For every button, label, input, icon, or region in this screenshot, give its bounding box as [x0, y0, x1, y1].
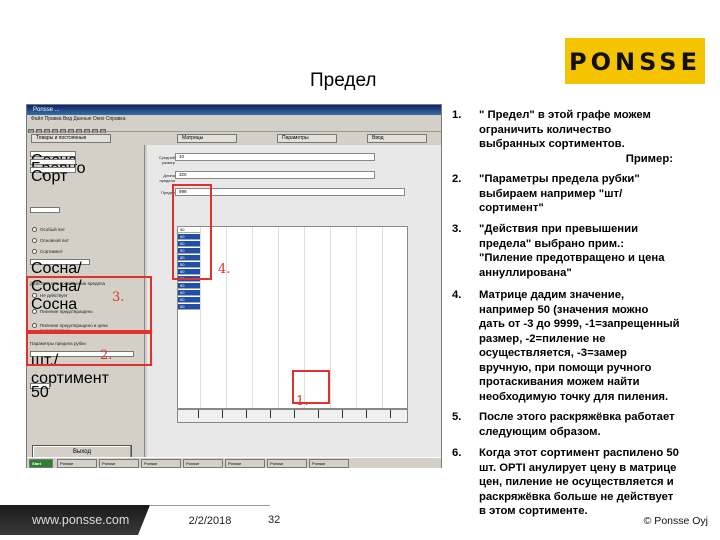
list-line: например 50 (значения можно: [479, 303, 649, 316]
footer: www.ponsse.com 2/2/2018 32 © Ponsse Oyj: [0, 505, 720, 540]
marker-label-1: 1.: [296, 394, 309, 409]
limit-length-input[interactable]: 320: [175, 171, 375, 179]
marker-box-2: [26, 332, 152, 366]
sortiment-select[interactable]: Сосна/Сосна/Сосна: [30, 259, 90, 313]
radio-basic-label: Основной пит: [40, 238, 69, 243]
ponsse-logo: PONSSE: [565, 38, 705, 84]
list-line: аннуллирована": [479, 266, 572, 279]
list-line: сортимент": [479, 202, 544, 214]
list-line: Матрице дадим значение,: [479, 289, 625, 301]
radio-special[interactable]: [32, 227, 37, 232]
start-button[interactable]: Start: [29, 459, 53, 468]
tab-strip: Товары и постоянные Матрицы Параметры Вв…: [27, 133, 441, 143]
input-label: Предел: [161, 190, 175, 195]
window-titlebar: Ponsse ...: [27, 105, 441, 115]
tab-matrices[interactable]: Матрицы: [177, 134, 237, 143]
tab-parameters[interactable]: Параметры: [277, 134, 337, 143]
radio-basic[interactable]: [32, 238, 37, 243]
taskbar: Start Ponsse Ponsse Ponsse Ponsse Ponsse…: [27, 457, 441, 468]
taskbar-item[interactable]: Ponsse: [99, 459, 139, 468]
menu-bar[interactable]: Файл Правка Вид Данные Окно Справка: [27, 115, 441, 123]
matrix-cell[interactable]: 50: [178, 297, 200, 303]
page-number: 32: [268, 514, 281, 526]
list-line: "Действия при превышении: [479, 223, 639, 235]
list-line: выбранных сортиментов.: [479, 138, 625, 150]
toolbar: [27, 123, 441, 135]
radio-special-label: Особый пит: [40, 227, 65, 232]
grade-select[interactable]: Сорт: [30, 167, 76, 185]
list-number: 4.: [452, 289, 462, 301]
list-number: 2.: [452, 173, 462, 185]
taskbar-item[interactable]: Ponsse: [141, 459, 181, 468]
log-select[interactable]: Бревно: [30, 159, 86, 177]
list-line: шт. OPTI анулирует цену в матрице: [479, 461, 677, 474]
marker-box-3: [26, 276, 152, 332]
list-line: выбираем например "шт/: [479, 187, 623, 200]
list-line: протаскивания можем найти: [479, 376, 640, 388]
list-line: следующим образом.: [479, 425, 601, 438]
list-number: 3.: [452, 223, 462, 235]
list-item-4: 4. Матрице дадим значение, например 50 (…: [452, 288, 718, 404]
list-number: 5.: [452, 411, 462, 423]
list-line: предела" выбрано прим.:: [479, 237, 624, 250]
list-line: цен, пиление не осуществляется и: [479, 476, 674, 488]
taskbar-item[interactable]: Ponsse: [309, 459, 349, 468]
slide-title: Предел: [310, 70, 377, 91]
list-item-3: 3. "Действия при превышении предела" выб…: [452, 222, 718, 280]
matrix-cell[interactable]: 50: [178, 290, 200, 296]
list-item-1: 1. " Предел" в этой графе можем ограничи…: [452, 108, 718, 168]
list-line: "Параметры предела рубки": [479, 173, 640, 185]
marker-box-4: [172, 184, 212, 280]
radio-sortiment[interactable]: [32, 249, 37, 254]
matrix-cell[interactable]: 50: [178, 304, 200, 310]
list-line: ограничить количество: [479, 123, 612, 136]
length-scale: [177, 409, 408, 423]
taskbar-item[interactable]: Ponsse: [267, 459, 307, 468]
taskbar-item[interactable]: Ponsse: [57, 459, 97, 468]
example-label: Пример:: [625, 152, 673, 165]
list-line: раскряжёвка больше не действует: [479, 490, 674, 503]
list-line: дать от -3 до 9999, -1=запрещенный: [479, 318, 680, 330]
logo-text: PONSSE: [569, 48, 701, 76]
footer-website: www.ponsse.com: [0, 505, 150, 535]
list-number: 1.: [452, 109, 462, 121]
radio-sortiment-label: Сортимент: [40, 249, 63, 254]
matrix-cell[interactable]: 50: [178, 283, 200, 289]
taskbar-item[interactable]: Ponsse: [225, 459, 265, 468]
species-select[interactable]: Сосна: [30, 151, 77, 169]
list-line: Когда этот сортимент распилено 50: [479, 447, 679, 459]
extra-field[interactable]: 50: [30, 383, 50, 401]
list-line: "Пиление предотвращено и цена: [479, 252, 665, 264]
marker-label-3: 3.: [112, 290, 125, 305]
input-label: Длина предела: [159, 173, 175, 183]
list-number: 6.: [452, 447, 462, 459]
input-label: Средний размер: [158, 155, 175, 165]
list-line: " Предел" в этой графе можем: [479, 109, 651, 121]
list-line: осуществляется, -3=замер: [479, 347, 627, 359]
average-size-input[interactable]: 10: [175, 153, 375, 161]
list-line: После этого раскряжёвка работает: [479, 411, 675, 423]
list-line: необходимую точку для пиления.: [479, 390, 669, 403]
marker-label-4: 4.: [218, 262, 231, 277]
footer-copyright: © Ponsse Oyj: [643, 515, 708, 527]
taskbar-item[interactable]: Ponsse: [183, 459, 223, 468]
list-item-5: 5. После этого раскряжёвка работает след…: [452, 410, 718, 440]
tab-input[interactable]: Ввод: [367, 134, 427, 143]
list-line: вручную, при помощи ручного: [479, 361, 652, 374]
marker-label-2: 2.: [100, 348, 113, 363]
tab-products[interactable]: Товары и постоянные: [31, 134, 111, 143]
list-item-2: 2. "Параметры предела рубки" выбираем на…: [452, 172, 718, 216]
list-line: размер, -2=пиление не: [479, 332, 606, 345]
footer-date: 2/2/2018: [150, 505, 270, 535]
param-field[interactable]: [30, 207, 60, 213]
